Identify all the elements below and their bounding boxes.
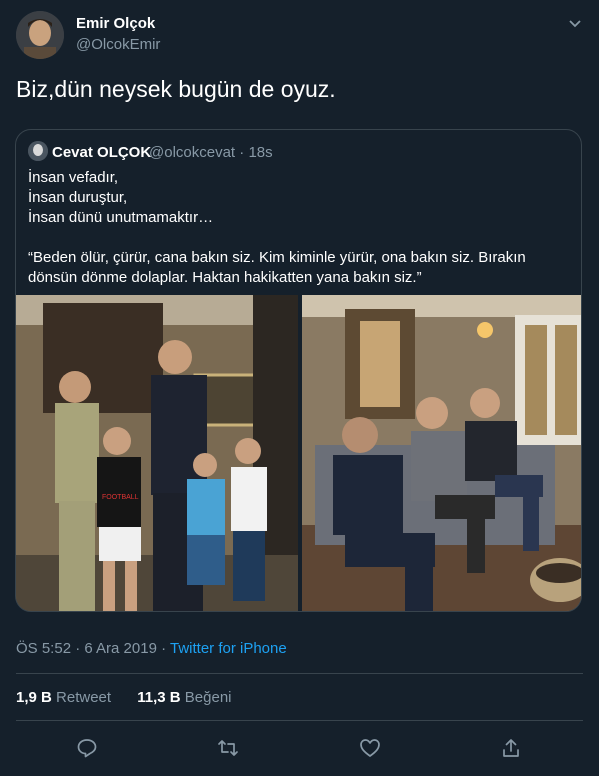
- retweet-stat[interactable]: 1,9 B Retweet: [16, 689, 111, 706]
- retweet-label: Retweet: [56, 689, 112, 706]
- tweet-source[interactable]: Twitter for iPhone: [170, 640, 287, 657]
- author-handle[interactable]: @OlcokEmir: [76, 36, 160, 53]
- divider: [16, 673, 583, 674]
- like-stat[interactable]: 11,3 B Beğeni: [137, 689, 231, 706]
- quoted-line: İnsan duruştur,: [28, 189, 128, 206]
- quoted-line: İnsan dünü unutmamaktır…: [28, 209, 214, 226]
- quoted-author-avatar: [28, 141, 48, 161]
- tweet-meta: ÖS 5:52 · 6 Ara 2019 · Twitter for iPhon…: [16, 640, 287, 657]
- author-avatar[interactable]: [16, 11, 64, 59]
- retweet-count: 1,9 B: [16, 689, 52, 706]
- photo-left[interactable]: FOOTBALL: [15, 295, 298, 612]
- photo-right[interactable]: [302, 295, 582, 612]
- reply-icon[interactable]: [76, 737, 98, 759]
- like-count: 11,3 B: [137, 689, 181, 706]
- quoted-author-meta: @olcokcevat · 18s: [149, 144, 273, 161]
- like-icon[interactable]: [359, 737, 381, 759]
- divider: [16, 720, 583, 721]
- quoted-text: İnsan vefadır, İnsan duruştur, İnsan dün…: [28, 168, 573, 288]
- tweet-timestamp[interactable]: ÖS 5:52 · 6 Ara 2019 ·: [16, 640, 170, 657]
- like-label: Beğeni: [184, 689, 232, 706]
- tweet-stats: 1,9 B Retweet 11,3 B Beğeni: [16, 689, 232, 706]
- quoted-tweet[interactable]: Cevat OLÇOK @olcokcevat · 18s İnsan vefa…: [15, 129, 582, 612]
- quoted-quote: “Beden ölür, çürür, cana bakın siz. Kim …: [28, 249, 526, 286]
- shirt-text: FOOTBALL: [102, 494, 139, 501]
- quoted-author-name: Cevat OLÇOK: [52, 144, 152, 161]
- quoted-images[interactable]: FOOTBALL: [15, 295, 582, 612]
- quoted-line: İnsan vefadır,: [28, 169, 119, 186]
- share-icon[interactable]: [500, 737, 522, 759]
- quoted-author-handle: @olcokcevat: [149, 144, 236, 161]
- quoted-time: 18s: [248, 144, 273, 161]
- author-name[interactable]: Emir Olçok: [76, 15, 155, 32]
- chevron-down-icon[interactable]: [566, 14, 584, 32]
- tweet-text: Biz,dün neysek bugün de oyuz.: [16, 76, 336, 102]
- retweet-icon[interactable]: [217, 737, 239, 759]
